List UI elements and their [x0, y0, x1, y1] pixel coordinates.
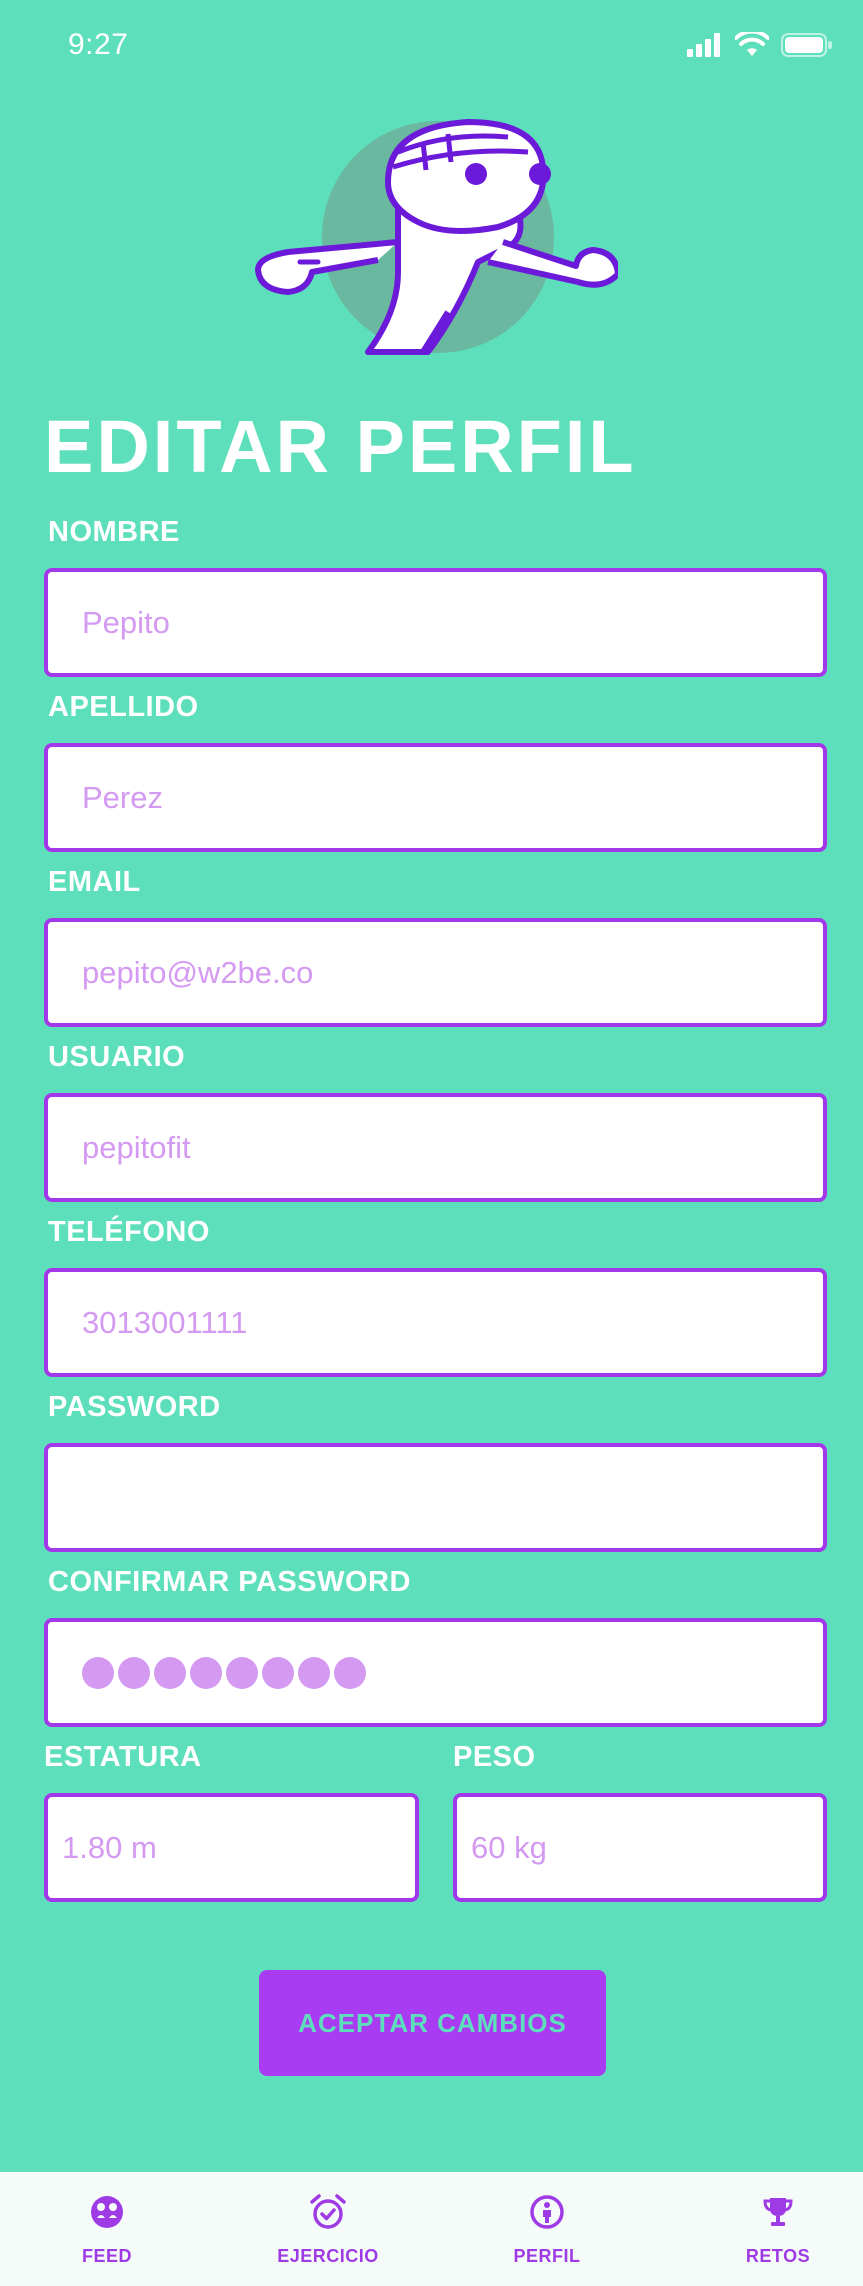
mascot-runner-illustration — [255, 118, 618, 355]
confirm-password-label: CONFIRMAR PASSWORD — [48, 1566, 411, 1598]
wifi-icon — [735, 32, 769, 56]
page-title: EDITAR PERFIL — [44, 405, 637, 488]
estatura-value: 1.80 m — [62, 1829, 157, 1865]
password-input[interactable] — [44, 1443, 827, 1552]
estatura-input[interactable]: 1.80 m — [44, 1793, 419, 1902]
feed-icon — [91, 2196, 123, 2228]
password-dot — [298, 1656, 330, 1689]
password-dot — [334, 1656, 366, 1689]
telefono-value: 3013001111 — [82, 1304, 248, 1340]
status-time: 9:27 — [68, 28, 129, 61]
apellido-value: Perez — [82, 779, 163, 815]
estatura-label: ESTATURA — [44, 1741, 202, 1773]
tab-ejercicio-label: EJERCICIO — [277, 2246, 379, 2266]
password-dot — [190, 1656, 222, 1689]
peso-input[interactable]: 60 kg — [453, 1793, 827, 1902]
password-dot — [262, 1656, 294, 1689]
cellular-signal-icon — [687, 33, 720, 57]
confirm-password-input[interactable] — [44, 1618, 827, 1727]
tab-bar: FEED EJERCICIO PERFIL RETOS — [0, 2172, 863, 2286]
status-bar: 9:27 — [0, 0, 863, 95]
apellido-label: APELLIDO — [48, 691, 199, 723]
email-value: pepito@w2be.co — [82, 954, 314, 990]
password-dot — [118, 1656, 150, 1689]
email-label: EMAIL — [48, 866, 141, 898]
usuario-input[interactable]: pepitofit — [44, 1093, 827, 1202]
usuario-label: USUARIO — [48, 1041, 186, 1073]
trophy-icon — [763, 2198, 793, 2226]
status-icons — [687, 32, 833, 58]
tab-feed-label: FEED — [81, 2246, 132, 2266]
password-dot — [154, 1656, 186, 1689]
password-label: PASSWORD — [48, 1391, 221, 1423]
masked-password-dots — [82, 1656, 366, 1689]
tab-feed[interactable]: FEED — [57, 2172, 157, 2286]
person-icon — [530, 2195, 564, 2229]
password-dot — [82, 1656, 114, 1689]
telefono-label: TELÉFONO — [48, 1216, 210, 1248]
peso-label: PESO — [453, 1741, 536, 1773]
peso-value: 60 kg — [471, 1829, 547, 1865]
tab-retos-label: RETOS — [745, 2246, 811, 2266]
tab-ejercicio[interactable]: EJERCICIO — [268, 2172, 388, 2286]
tab-perfil-label: PERFIL — [513, 2246, 581, 2266]
nombre-label: NOMBRE — [48, 516, 180, 548]
email-input[interactable]: pepito@w2be.co — [44, 918, 827, 1027]
apellido-input[interactable]: Perez — [44, 743, 827, 852]
telefono-input[interactable]: 3013001111 — [44, 1268, 827, 1377]
nombre-value: Pepito — [82, 604, 170, 640]
alarm-check-icon — [310, 2194, 346, 2229]
tab-retos[interactable]: RETOS — [728, 2172, 828, 2286]
password-dot — [226, 1656, 258, 1689]
accept-changes-button[interactable]: ACEPTAR CAMBIOS — [259, 1970, 606, 2076]
usuario-value: pepitofit — [82, 1129, 191, 1165]
nombre-input[interactable]: Pepito — [44, 568, 827, 677]
tab-perfil[interactable]: PERFIL — [497, 2172, 597, 2286]
battery-icon — [781, 33, 832, 57]
